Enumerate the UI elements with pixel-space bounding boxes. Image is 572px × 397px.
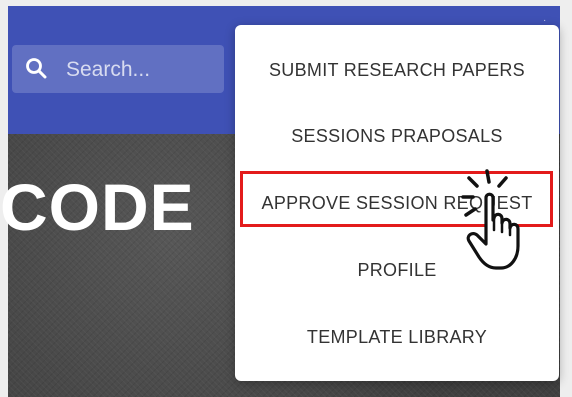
hand-pointer-icon <box>456 168 552 272</box>
app-bar-top-edge <box>8 0 560 6</box>
search-input[interactable] <box>64 55 218 85</box>
app-bar-more-icon[interactable]: · <box>543 16 551 26</box>
window-edge-right <box>560 0 572 397</box>
search-box[interactable] <box>12 45 224 93</box>
search-icon[interactable] <box>25 57 47 79</box>
hero-title: CODE <box>0 170 195 244</box>
menu-item-sessions-proposals[interactable]: SESSIONS PRAPOSALS <box>235 103 559 169</box>
menu-item-template-library[interactable]: TEMPLATE LIBRARY <box>235 304 559 370</box>
menu-item-submit-research-papers[interactable]: SUBMIT RESEARCH PAPERS <box>235 37 559 103</box>
